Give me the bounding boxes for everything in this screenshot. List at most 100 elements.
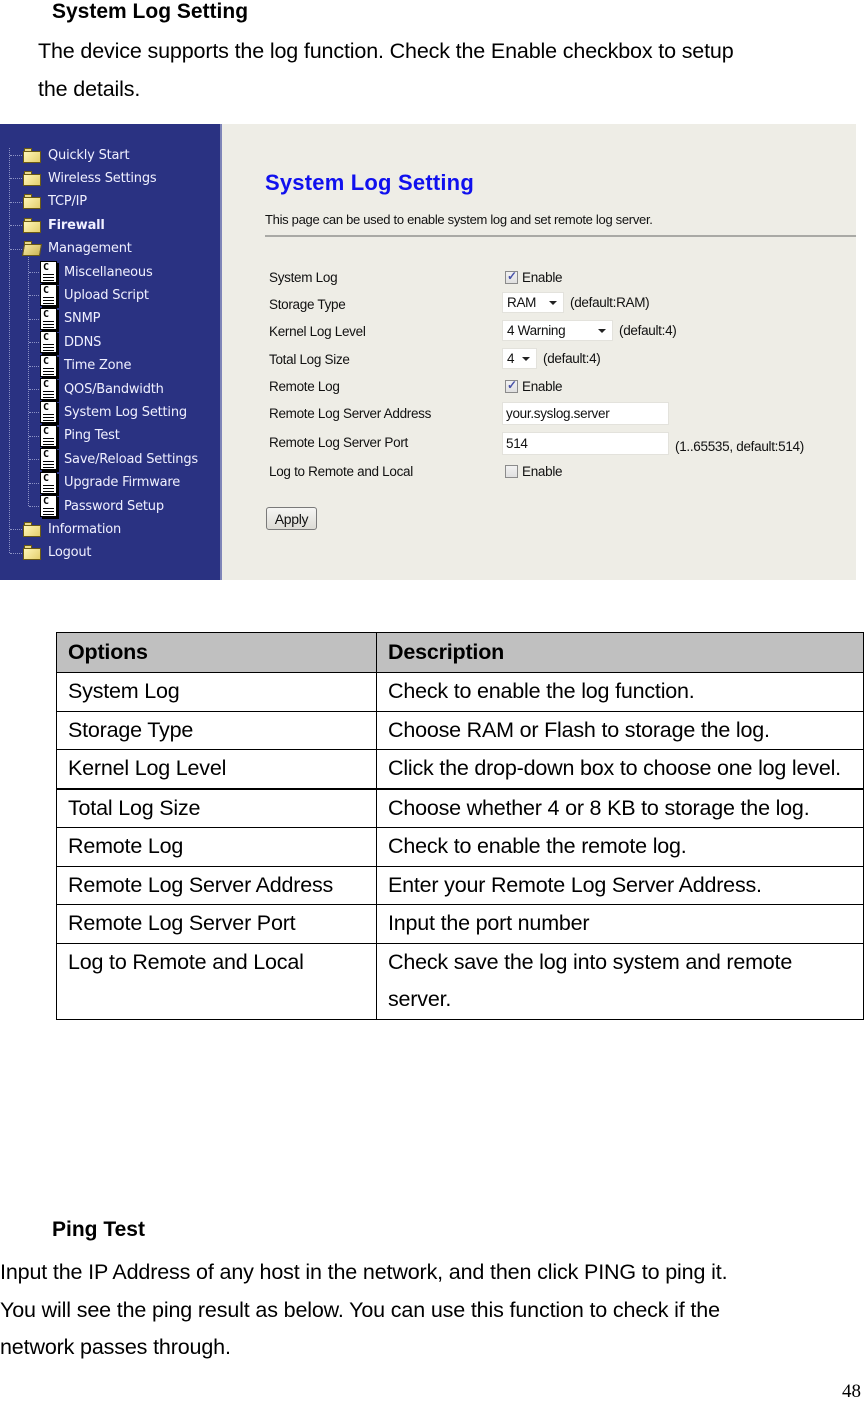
- sidebar-item-label: DDNS: [64, 334, 102, 350]
- tree-connector: [29, 295, 39, 297]
- page-number: 48: [842, 1381, 861, 1402]
- sidebar-item-snmp[interactable]: C SNMP: [40, 307, 101, 330]
- document-page-icon: C: [40, 307, 57, 330]
- page-description: This page can be used to enable system l…: [265, 212, 653, 227]
- table-row: Log to Remote and Local Check save the lo…: [56, 942, 864, 1020]
- sidebar-item-quickly-start[interactable]: Quickly Start: [23, 145, 130, 165]
- sidebar-item-upgrade-firmware[interactable]: C Upgrade Firmware: [40, 471, 181, 494]
- sidebar-item-tcp-ip[interactable]: TCP/IP: [23, 192, 87, 212]
- sidebar-item-label: Management: [48, 241, 132, 257]
- sidebar-item-miscellaneous[interactable]: C Miscellaneous: [40, 261, 153, 283]
- folder-icon: [23, 545, 42, 561]
- document-page-icon: C: [40, 495, 57, 517]
- remote-log-checkbox[interactable]: [505, 378, 518, 393]
- log-remote-local-checkbox-label: Enable: [522, 464, 563, 479]
- system-log-checkbox[interactable]: [505, 269, 518, 284]
- table-row: System Log Check to enable the log functi…: [56, 672, 864, 712]
- log-remote-local-checkbox[interactable]: [505, 465, 518, 478]
- chevron-down-icon: [522, 357, 530, 361]
- table-row: Remote Log Check to enable the remote log…: [56, 827, 864, 867]
- storage-type-value: RAM: [507, 295, 537, 310]
- storage-type-hint: (default:RAM): [570, 295, 650, 310]
- system-log-checkbox-label: Enable: [522, 270, 563, 285]
- router-ui-screenshot: Quickly Start Wireless Settings TCP/IP Fire…: [0, 124, 856, 580]
- page-title: System Log Setting: [265, 170, 474, 195]
- paragraph-line: Input the IP Address of any host in the …: [0, 1260, 728, 1284]
- sidebar-item-label: System Log Setting: [64, 404, 187, 420]
- sidebar-item-time-zone[interactable]: C Time Zone: [40, 354, 132, 377]
- options-table: Options Description System Log Check to e…: [56, 632, 864, 1020]
- remote-log-checkbox-label: Enable: [522, 379, 563, 394]
- sidebar-item-label: Save/Reload Settings: [64, 451, 198, 467]
- apply-button[interactable]: Apply: [266, 507, 317, 530]
- total-log-size-select[interactable]: 4: [502, 348, 537, 369]
- storage-type-select[interactable]: RAM: [502, 292, 564, 313]
- total-log-size-value: 4: [507, 351, 515, 366]
- total-log-size-control: 4 (default:4): [502, 348, 601, 369]
- sidebar-item-management[interactable]: Management: [21, 239, 132, 259]
- document-page-icon: C: [40, 424, 57, 447]
- tree-connector: [29, 412, 39, 414]
- sidebar-item-label: Time Zone: [64, 358, 132, 374]
- kernel-log-level-label: Kernel Log Level: [269, 324, 366, 339]
- tree-connector: [29, 435, 39, 437]
- sidebar-item-label: Ping Test: [64, 428, 120, 444]
- sidebar-item-label: Password Setup: [64, 498, 164, 514]
- section-paragraph-system-log: The device supports the log function. Ch…: [38, 33, 734, 108]
- total-log-size-label: Total Log Size: [269, 352, 350, 367]
- kernel-log-level-hint: (default:4): [619, 323, 677, 338]
- section-paragraph-ping-test: Input the IP Address of any host in the …: [0, 1254, 728, 1367]
- remote-server-address-label: Remote Log Server Address: [269, 406, 432, 421]
- sidebar-item-label: QOS/Bandwidth: [64, 381, 164, 397]
- option-cell: System Log: [56, 672, 377, 712]
- description-cell: Click the drop-down box to choose one lo…: [376, 749, 864, 789]
- total-log-size-hint: (default:4): [543, 351, 601, 366]
- sidebar-item-upload-script[interactable]: C Upload Script: [40, 284, 149, 307]
- document-page-icon: C: [40, 378, 57, 400]
- option-cell: Remote Log Server Port: [56, 904, 377, 944]
- document-page-icon: C: [40, 331, 57, 354]
- tree-connector: [29, 318, 39, 320]
- sidebar-item-save-reload-settings[interactable]: C Save/Reload Settings: [40, 448, 198, 471]
- description-cell: Enter your Remote Log Server Address.: [376, 865, 864, 905]
- sidebar-item-system-log-setting[interactable]: C System Log Setting: [40, 401, 187, 424]
- sidebar-item-information[interactable]: Information: [23, 519, 121, 539]
- document-page-icon: C: [40, 261, 57, 283]
- document-page-icon: C: [40, 448, 57, 471]
- remote-server-port-input[interactable]: 514: [502, 432, 669, 455]
- sidebar-item-ddns[interactable]: C DDNS: [40, 331, 102, 354]
- sidebar-item-firewall[interactable]: Firewall: [23, 215, 105, 235]
- section-heading-system-log: System Log Setting: [52, 0, 249, 23]
- sidebar-item-wireless-settings[interactable]: Wireless Settings: [23, 168, 157, 188]
- document-page-icon: C: [40, 471, 57, 494]
- log-remote-local-control: Enable: [502, 464, 563, 479]
- kernel-log-level-select[interactable]: 4 Warning: [502, 320, 613, 341]
- sidebar-item-qos-bandwidth[interactable]: C QOS/Bandwidth: [40, 378, 164, 400]
- kernel-log-level-control: 4 Warning (default:4): [502, 320, 677, 341]
- description-cell: Input the port number: [376, 904, 864, 944]
- tree-connector: [29, 272, 39, 273]
- description-cell: Check save the log into system and remot…: [376, 942, 864, 1020]
- system-log-label: System Log: [269, 270, 338, 285]
- chevron-down-icon: [598, 329, 606, 333]
- folder-icon: [23, 194, 42, 210]
- sidebar-item-password-setup[interactable]: C Password Setup: [40, 495, 164, 517]
- table-row: Total Log Size Choose whether 4 or 8 KB t…: [56, 787, 864, 828]
- header-options: Options: [56, 632, 377, 673]
- remote-server-address-input[interactable]: your.syslog.server: [502, 402, 669, 425]
- sidebar-item-ping-test[interactable]: C Ping Test: [40, 424, 120, 447]
- document-page-icon: C: [40, 284, 57, 307]
- folder-icon: [23, 521, 42, 537]
- tree-connector: [29, 342, 39, 344]
- tree-connector: [29, 365, 39, 367]
- table-row: Kernel Log Level Click the drop-down box …: [56, 749, 864, 789]
- paragraph-line: the details.: [38, 76, 141, 101]
- sidebar-item-label: SNMP: [64, 311, 101, 327]
- sidebar-item-label: Upgrade Firmware: [64, 475, 181, 491]
- option-cell: Total Log Size: [56, 787, 377, 828]
- sidebar-item-logout[interactable]: Logout: [23, 543, 92, 563]
- tree-connector: [29, 506, 39, 507]
- sidebar-item-label: Wireless Settings: [48, 170, 157, 186]
- storage-type-label: Storage Type: [269, 297, 346, 312]
- sidebar-item-label: Upload Script: [64, 287, 149, 303]
